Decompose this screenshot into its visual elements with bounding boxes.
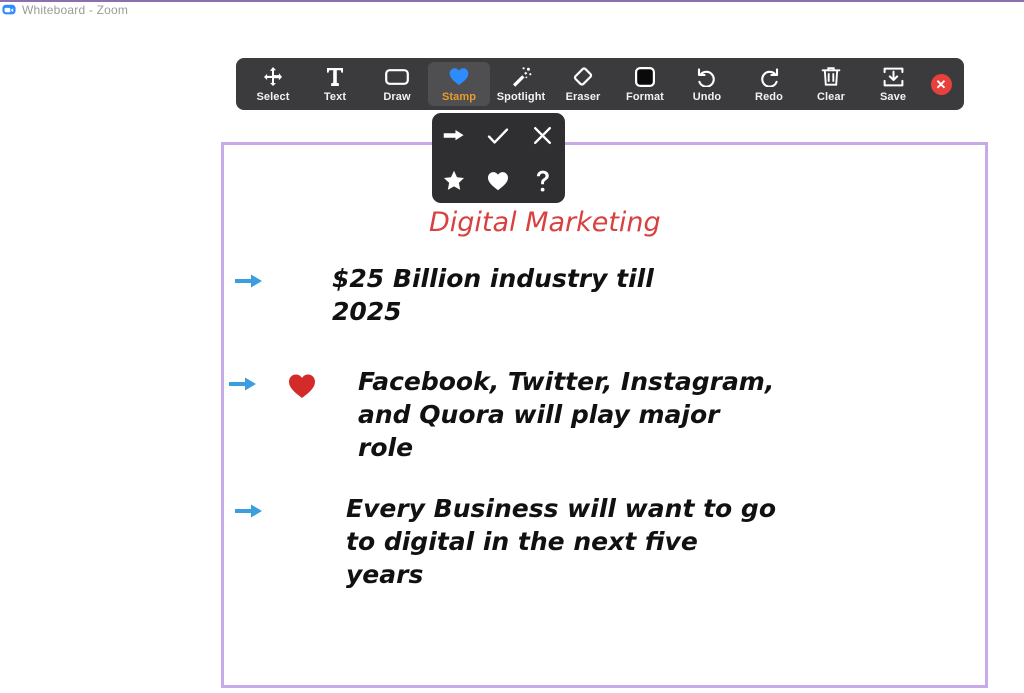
stamp-option-heart[interactable] (476, 158, 520, 203)
eraser-icon (572, 66, 594, 88)
whiteboard-toolbar: Select Text Draw Stamp Spotlight Eraser … (236, 58, 964, 110)
tool-save[interactable]: Save (862, 62, 924, 106)
stamp-slot-2 (228, 365, 316, 399)
heart-icon (289, 374, 315, 398)
undo-arrow-icon (696, 66, 718, 88)
tool-eraser[interactable]: Eraser (552, 62, 614, 106)
tool-label-format: Format (626, 90, 664, 103)
tool-text[interactable]: Text (304, 62, 366, 106)
heart-icon (488, 171, 509, 190)
whiteboard-bullet-text-3: Every Business will want to go to digita… (346, 494, 777, 589)
close-whiteboard-button[interactable]: ✕ (924, 58, 958, 110)
tool-label-stamp: Stamp (441, 90, 477, 103)
tool-label-clear: Clear (816, 90, 846, 103)
whiteboard-bullet-text-2: Facebook, Twitter, Instagram, and Quora … (358, 367, 775, 462)
tool-label-redo: Redo (755, 90, 783, 103)
tool-label-text: Text (323, 90, 347, 103)
tool-select[interactable]: Select (242, 62, 304, 106)
whiteboard-heading: Digital Marketing (429, 207, 661, 238)
tool-format[interactable]: Format (614, 62, 676, 106)
stamp-slot-1 (234, 262, 264, 292)
text-t-icon (326, 66, 344, 88)
window-title: Whiteboard - Zoom (22, 3, 129, 17)
tool-label-spotlight: Spotlight (496, 90, 546, 103)
whiteboard-bullet-3: Every Business will want to go to digita… (234, 492, 776, 591)
magic-wand-icon (510, 66, 532, 88)
question-mark-icon (536, 170, 549, 191)
whiteboard-bullet-2: Facebook, Twitter, Instagram, and Quora … (228, 365, 778, 464)
tool-undo[interactable]: Undo (676, 62, 738, 106)
heart-icon (449, 66, 469, 88)
stamp-options-panel (432, 113, 565, 203)
whiteboard-bullet-1: $25 Billion industry till 2025 (234, 262, 692, 328)
tool-label-eraser: Eraser (565, 90, 601, 103)
stamp-slot-3 (234, 492, 264, 522)
close-x-icon: ✕ (930, 73, 952, 95)
stamp-option-question[interactable] (521, 158, 565, 203)
x-mark-icon (534, 126, 552, 144)
whiteboard-bullet-text-1: $25 Billion industry till 2025 (332, 264, 654, 326)
arrow-right-icon (235, 274, 262, 288)
filled-square-icon (635, 66, 655, 88)
stamp-option-cross[interactable] (521, 113, 565, 158)
move-arrows-icon (263, 66, 283, 88)
whiteboard-canvas[interactable]: Digital Marketing $25 Billion industry t… (221, 142, 988, 688)
tool-label-select: Select (256, 90, 290, 103)
tool-draw[interactable]: Draw (366, 62, 428, 106)
stamp-option-arrow[interactable] (432, 113, 476, 158)
stamp-option-star[interactable] (432, 158, 476, 203)
zoom-logo-icon (2, 4, 16, 15)
arrow-right-icon (443, 130, 464, 141)
tool-label-draw: Draw (383, 90, 411, 103)
tool-spotlight[interactable]: Spotlight (490, 62, 552, 106)
redo-arrow-icon (758, 66, 780, 88)
star-icon (444, 170, 465, 190)
trash-can-icon (821, 66, 841, 88)
stamp-option-checkmark[interactable] (476, 113, 520, 158)
check-icon (488, 127, 509, 144)
save-download-icon (883, 66, 904, 88)
tool-stamp[interactable]: Stamp (428, 62, 490, 106)
rectangle-icon (385, 66, 409, 88)
tool-redo[interactable]: Redo (738, 62, 800, 106)
arrow-right-icon (235, 504, 262, 518)
tool-label-save: Save (879, 90, 907, 103)
arrow-right-icon (229, 377, 256, 391)
window-titlebar: Whiteboard - Zoom (0, 2, 1024, 18)
tool-clear[interactable]: Clear (800, 62, 862, 106)
tool-label-undo: Undo (692, 90, 722, 103)
